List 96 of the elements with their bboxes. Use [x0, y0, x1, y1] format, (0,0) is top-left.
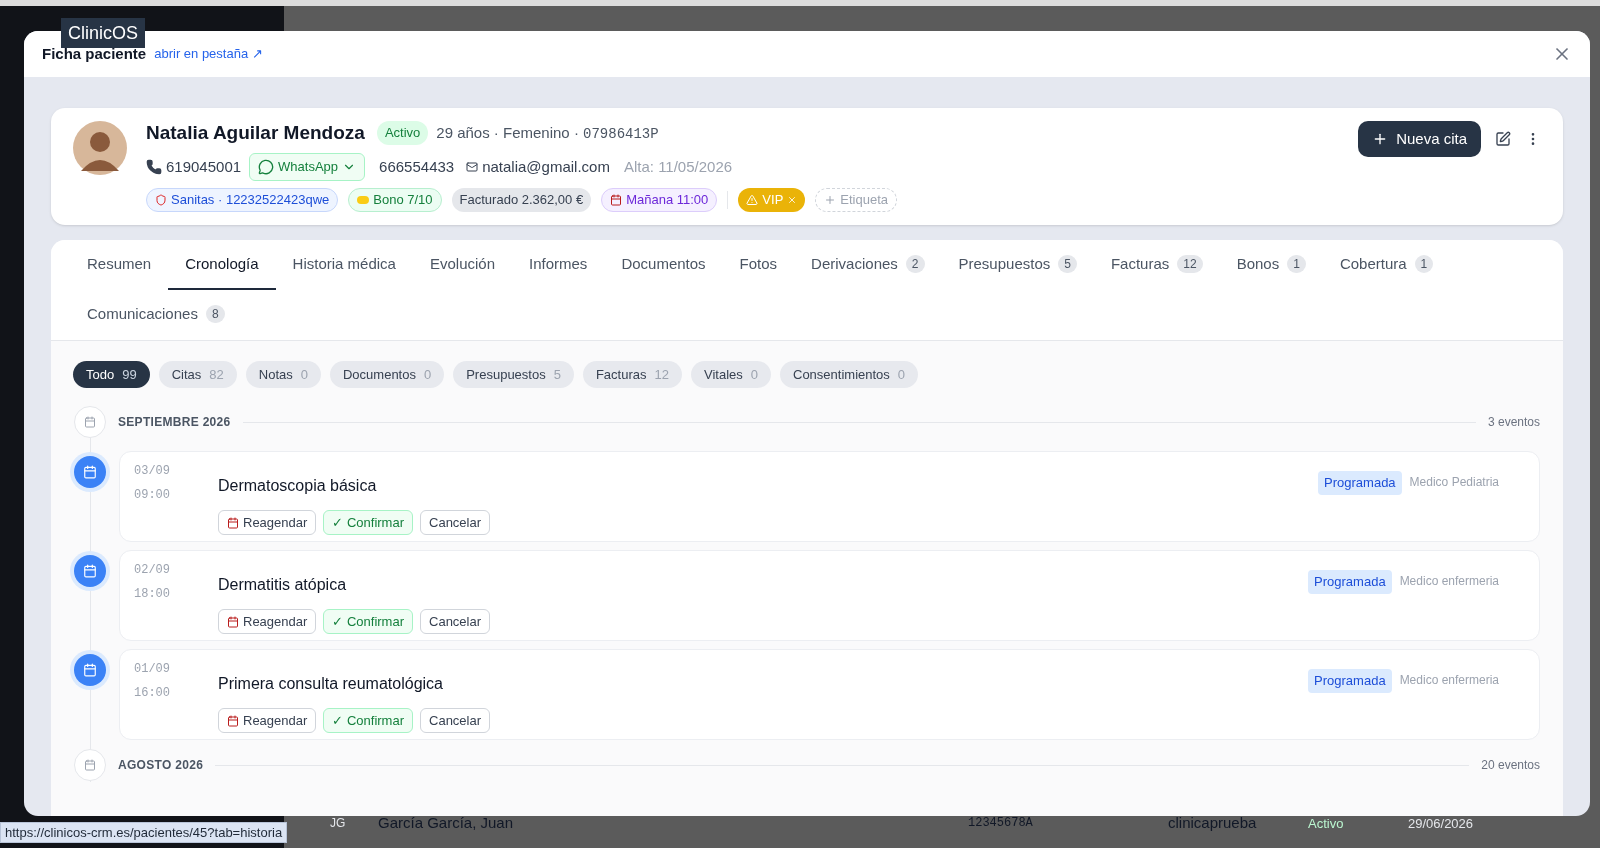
phone-number: 619045001	[166, 156, 242, 177]
calendar-icon	[83, 465, 97, 479]
mail-icon	[466, 161, 479, 173]
tab[interactable]: Cronología	[168, 240, 276, 290]
event-count: 20 eventos	[1481, 757, 1540, 774]
tab[interactable]: Evolución	[412, 240, 512, 290]
month-heading: AGOSTO 2026	[118, 757, 204, 774]
filter-chip[interactable]: Citas 82	[158, 361, 237, 388]
tab[interactable]: Bonos 1	[1219, 240, 1323, 290]
status-label: Activo	[1308, 815, 1344, 831]
patient-name: García García, Juan	[378, 813, 515, 833]
confirm-button[interactable]: ✓ Confirmar	[323, 510, 413, 535]
reschedule-button[interactable]: Reagendar	[218, 609, 317, 634]
patient-info: 29 años · Femenino · 07986413P	[436, 122, 659, 144]
tab[interactable]: Derivaciones 2	[794, 240, 942, 290]
status-badge: Programada	[1318, 471, 1402, 495]
ticket-icon	[357, 196, 370, 204]
event-title: Primera consulta reumatológica	[218, 674, 444, 694]
cancel-button[interactable]: Cancelar	[420, 708, 491, 733]
tab[interactable]: Presupuestos 5	[941, 240, 1094, 290]
count-badge: 1	[1414, 255, 1434, 273]
event-date: 03/09	[134, 463, 171, 480]
edit-icon[interactable]	[1495, 131, 1511, 147]
phone-icon	[146, 159, 162, 175]
open-in-tab-link[interactable]: abrir en pestaña ↗	[154, 44, 263, 64]
confirm-button[interactable]: ✓ Confirmar	[323, 708, 413, 733]
calendar-icon	[227, 714, 239, 727]
patient-id: 12345678A	[968, 815, 1034, 833]
reschedule-button[interactable]: Reagendar	[218, 510, 317, 535]
cancel-button[interactable]: Cancelar	[420, 609, 491, 634]
clinic-name: clinicaprueba	[1168, 813, 1258, 833]
count-badge: 8	[205, 305, 225, 323]
filter-chip[interactable]: Facturas 12	[582, 361, 682, 388]
tab[interactable]: Historia médica	[275, 240, 413, 290]
count-badge: 2	[905, 255, 925, 273]
calendar-icon	[84, 416, 96, 428]
count-badge: 1	[1287, 255, 1306, 273]
email: natalia@gmail.com	[482, 156, 610, 177]
calendar-icon	[227, 516, 239, 529]
doctor-name: Medico Pediatria	[1409, 474, 1499, 491]
cancel-button[interactable]: Cancelar	[420, 510, 491, 535]
count-badge: 5	[1058, 255, 1077, 273]
avatar-initials: JG	[330, 815, 347, 833]
phone-number: 666554433	[379, 156, 455, 177]
month-heading: SEPTIEMBRE 2026	[118, 414, 231, 431]
doctor-name: Medico enfermeria	[1399, 672, 1499, 689]
status-url: https://clinicos-crm.es/pacientes/45?tab=historia	[0, 822, 288, 843]
event-title: Dermatitis atópica	[218, 575, 348, 595]
tag-label: Bono 7/10	[373, 191, 433, 210]
confirm-button[interactable]: ✓ Confirmar	[323, 609, 413, 634]
event-time: 16:00	[134, 685, 171, 702]
tab[interactable]: Informes	[512, 240, 605, 290]
status-badge: Activo	[376, 121, 429, 145]
tab[interactable]: Comunicaciones 8	[70, 290, 242, 340]
new-appointment-button[interactable]: Nueva cita	[1358, 121, 1481, 157]
date-text: 29/06/2026	[1408, 814, 1474, 833]
event-date: 01/09	[134, 661, 171, 678]
filter-chip[interactable]: Documentos 0	[329, 361, 445, 388]
registration-date: Alta: 11/05/2026	[623, 156, 733, 177]
filter-chip[interactable]: Todo 99	[73, 361, 150, 388]
calendar-icon	[83, 564, 97, 578]
plus-icon	[824, 194, 837, 206]
warning-icon	[746, 194, 759, 206]
event-time: 09:00	[134, 487, 171, 504]
calendar-icon	[610, 194, 623, 206]
event-count: 3 eventos	[1487, 414, 1540, 431]
tag-label: Mañana 11:00	[626, 191, 709, 210]
filter-chip[interactable]: Notas 0	[245, 361, 321, 388]
shield-icon	[155, 194, 167, 206]
status-badge: Programada	[1308, 570, 1392, 594]
tag-label: Sanitas · 12232522423qwe	[171, 191, 330, 210]
filter-chip[interactable]: Consentimientos 0	[780, 361, 919, 388]
calendar-icon	[227, 615, 239, 628]
tab[interactable]: Fotos	[722, 240, 795, 290]
patient-name: Natalia Aguilar Mendoza	[146, 120, 365, 145]
tag-label: VIP	[762, 191, 784, 210]
avatar	[73, 121, 127, 175]
calendar-icon	[83, 663, 97, 677]
tab[interactable]: Facturas 12	[1093, 240, 1220, 290]
event-title: Dermatoscopia básica	[218, 476, 378, 496]
event-time: 18:00	[134, 586, 171, 603]
count-badge: 12	[1177, 255, 1203, 273]
tooltip: ClinicOS	[61, 18, 145, 48]
doctor-name: Medico enfermeria	[1399, 573, 1499, 590]
calendar-icon	[84, 759, 96, 771]
reschedule-button[interactable]: Reagendar	[218, 708, 317, 733]
status-badge: Programada	[1308, 669, 1392, 693]
tab[interactable]: Cobertura 1	[1322, 240, 1451, 290]
tab[interactable]: Resumen	[70, 240, 169, 290]
tab[interactable]: Documentos	[604, 240, 723, 290]
tag-label: Facturado 2.362,00 €	[459, 191, 584, 210]
event-date: 02/09	[134, 562, 171, 579]
filter-chip[interactable]: Vitales 0	[690, 361, 771, 388]
whatsapp-button[interactable]: WhatsApp	[249, 153, 366, 181]
filter-chip[interactable]: Presupuestos 5	[453, 361, 574, 388]
whatsapp-icon	[258, 159, 275, 175]
